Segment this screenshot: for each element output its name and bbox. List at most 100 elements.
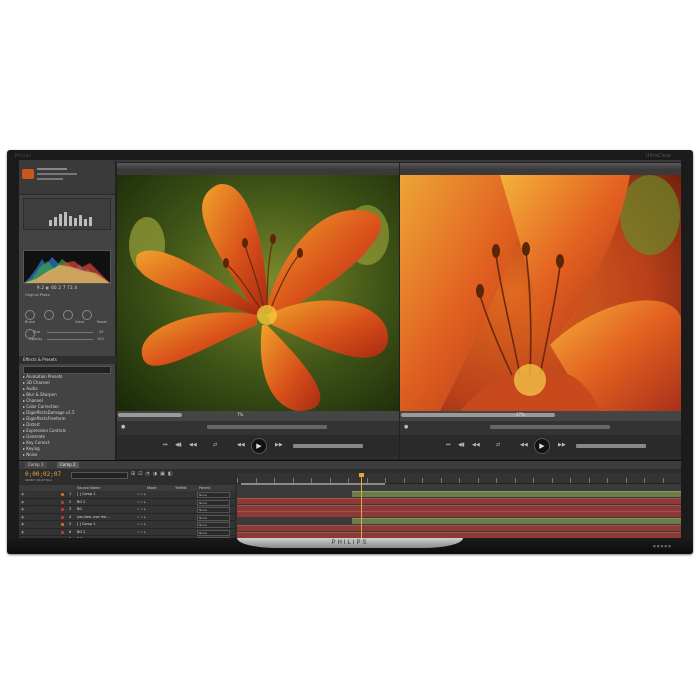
- volume-slider[interactable]: [293, 444, 363, 448]
- table-row[interactable]: ◉ ◦ 6 BG 2 ✎ ⧖ ◈ None: [19, 528, 235, 536]
- effects-search-input[interactable]: [23, 366, 111, 374]
- audio-icon[interactable]: ◦: [29, 529, 31, 536]
- monitor-buttons[interactable]: ■ ■ ■ ■ ■: [653, 544, 671, 548]
- layer-label-color[interactable]: [61, 515, 64, 519]
- layer-bar[interactable]: [237, 504, 681, 511]
- table-row[interactable]: ◉ ◦ 2 BG 2 ✎ ⧖ ◈ None: [19, 498, 235, 506]
- layer-switches-icon[interactable]: ✎ ⧖ ◈: [137, 514, 146, 521]
- parent-select[interactable]: None: [197, 507, 230, 513]
- parent-select[interactable]: None: [197, 492, 230, 498]
- viewer-right-controls-top: ●: [400, 421, 681, 435]
- loop-icon[interactable]: ⇄: [496, 442, 500, 448]
- layer-label-color[interactable]: [61, 530, 64, 534]
- table-row[interactable]: ◉ ◦ 1 [ ] Comp 2 ✎ ⧖ ◈ None: [19, 491, 235, 499]
- work-area-bar[interactable]: [241, 483, 385, 485]
- parent-select[interactable]: None: [197, 499, 230, 506]
- audio-icon[interactable]: ◦: [29, 499, 31, 506]
- parent-select[interactable]: None: [197, 522, 230, 528]
- visibility-eye-icon[interactable]: ◉: [21, 521, 24, 528]
- timeline-tracks[interactable]: [237, 473, 681, 538]
- layer-label-color[interactable]: [61, 500, 64, 504]
- step-back-icon[interactable]: ◀▮: [458, 442, 465, 448]
- table-row[interactable]: ◉ ◦ 3 BG ✎ ⧖ ◈ None: [19, 506, 235, 514]
- layer-label-color[interactable]: [61, 523, 64, 526]
- playhead[interactable]: [359, 473, 365, 538]
- viewer-right-tabbar: [400, 163, 681, 179]
- timeline-switch-icons[interactable]: ⊞⊡◔◑▣◧: [131, 471, 176, 477]
- layer-source-name[interactable]: you bee..ove me...: [77, 514, 110, 521]
- effects-item[interactable]: ▸ Noise: [19, 452, 115, 458]
- play-button[interactable]: ▶: [251, 438, 267, 454]
- layer-source-name[interactable]: [ ] Comp 2: [77, 491, 96, 498]
- visibility-eye-icon[interactable]: ◉: [21, 499, 24, 506]
- skip-back-icon[interactable]: ⏮: [163, 442, 168, 448]
- record-icon[interactable]: ●: [404, 424, 408, 430]
- effects-panel-title[interactable]: Effects & Presets: [19, 356, 119, 364]
- table-row[interactable]: ◉ ◦ 5 [ ] Comp 1 ✎ ⧖ ◈ None: [19, 521, 235, 529]
- burn-tool-icon[interactable]: [44, 310, 55, 320]
- play-button[interactable]: ▶: [534, 438, 550, 454]
- visibility-eye-icon[interactable]: ◉: [21, 514, 24, 521]
- ruler-tick: [644, 478, 645, 483]
- timeline-search-input[interactable]: [71, 472, 128, 479]
- layer-number: 4: [69, 514, 72, 519]
- audio-icon[interactable]: ◦: [29, 491, 31, 498]
- step-back-frame-icon[interactable]: ◀◀: [189, 442, 197, 448]
- viewer-right-scrubber[interactable]: 47%: [400, 411, 681, 421]
- viewer-left-scrubber[interactable]: 7%: [117, 411, 399, 421]
- layer-bar[interactable]: [352, 491, 681, 497]
- layer-bar[interactable]: [237, 531, 681, 538]
- layer-bar[interactable]: [352, 518, 681, 525]
- table-row[interactable]: ◉ ◦ 4 you bee..ove me... ✎ ⧖ ◈ None: [19, 513, 235, 521]
- step-back-icon[interactable]: ◀▮: [175, 442, 182, 448]
- layer-label-color[interactable]: [61, 508, 64, 511]
- audio-icon[interactable]: ◦: [29, 514, 31, 521]
- layer-switches-icon[interactable]: ✎ ⧖ ◈: [137, 529, 146, 536]
- visibility-eye-icon[interactable]: ◉: [21, 491, 24, 498]
- layer-bar[interactable]: [237, 525, 681, 531]
- clear-button[interactable]: Clear: [75, 320, 84, 324]
- parent-select[interactable]: None: [197, 514, 230, 521]
- viewer-right-zoom[interactable]: 47%: [516, 412, 525, 417]
- layer-source-name[interactable]: BG: [77, 506, 82, 513]
- viewer-left-zoom[interactable]: 7%: [237, 412, 243, 417]
- layer-source-name[interactable]: BG 2: [77, 499, 85, 506]
- rewind-icon[interactable]: ◀◀: [520, 442, 528, 448]
- viewer-left-controls-top: ●: [117, 421, 399, 435]
- monitor-bezel-bottom: PHILIPS ■ ■ ■ ■ ■: [7, 538, 693, 554]
- skip-back-icon[interactable]: ⏮: [446, 442, 451, 448]
- step-back-frame-icon[interactable]: ◀◀: [472, 442, 480, 448]
- reset-button[interactable]: Reset: [97, 320, 107, 324]
- brush-tool-icon[interactable]: [82, 310, 93, 320]
- layer-number: 2: [69, 499, 72, 504]
- audio-icon[interactable]: ◦: [29, 521, 31, 528]
- layer-switches-icon[interactable]: ✎ ⧖ ◈: [137, 499, 146, 506]
- layer-switches-icon[interactable]: ✎ ⧖ ◈: [137, 506, 146, 513]
- histogram-readout: 9.2 ◐ 60.2 7 72.4: [37, 285, 78, 290]
- audio-icon[interactable]: ◦: [29, 506, 31, 513]
- layer-source-name[interactable]: BG 2: [77, 529, 85, 536]
- layer-switches-icon[interactable]: ✎ ⧖ ◈: [137, 521, 146, 528]
- layer-source-name[interactable]: [ ] Comp 1: [77, 521, 96, 528]
- fast-forward-icon[interactable]: ▶▶: [558, 442, 566, 448]
- record-icon[interactable]: ●: [121, 424, 125, 430]
- dodge-tool-icon[interactable]: [25, 310, 35, 320]
- fast-forward-icon[interactable]: ▶▶: [275, 442, 283, 448]
- visibility-eye-icon[interactable]: ◉: [21, 506, 24, 513]
- parent-select[interactable]: None: [197, 529, 230, 536]
- ruler-tick: [588, 478, 590, 483]
- layer-bar[interactable]: [237, 511, 681, 518]
- timecode-display[interactable]: 0;00;02;07: [25, 471, 61, 478]
- tab-comp-1[interactable]: Comp 1: [25, 462, 47, 468]
- layer-switches-icon[interactable]: ✎ ⧖ ◈: [137, 491, 146, 498]
- rewind-icon[interactable]: ◀◀: [237, 442, 245, 448]
- volume-slider[interactable]: [576, 444, 646, 448]
- size-slider[interactable]: [47, 332, 93, 333]
- layer-bar[interactable]: [237, 497, 681, 504]
- visibility-eye-icon[interactable]: ◉: [21, 529, 24, 536]
- opacity-slider[interactable]: [47, 339, 93, 340]
- sponge-tool-icon[interactable]: [63, 310, 74, 320]
- layer-label-color[interactable]: [61, 493, 64, 496]
- tab-comp-2[interactable]: Comp 2: [57, 462, 79, 468]
- loop-icon[interactable]: ⇄: [213, 442, 217, 448]
